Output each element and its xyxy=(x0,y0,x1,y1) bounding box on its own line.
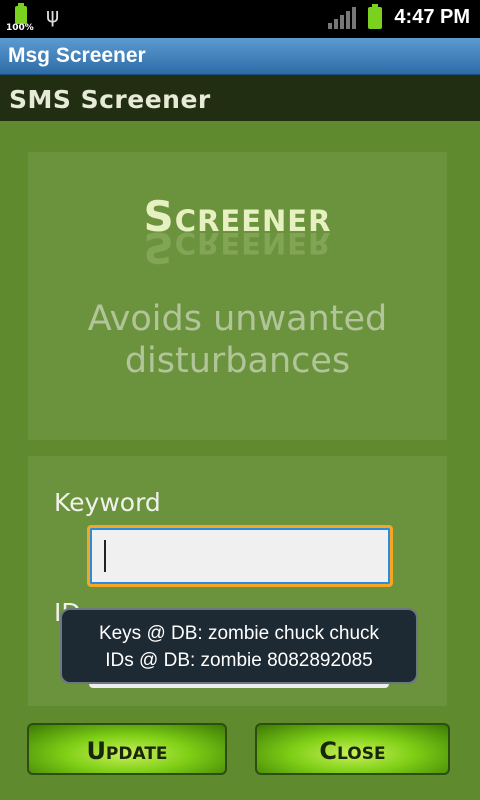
toast-line-1: Keys @ DB: zombie chuck chuck xyxy=(98,623,380,644)
signal-icon xyxy=(328,6,357,29)
status-bar: 100% ψ 4:47 PM xyxy=(0,0,480,38)
battery-percent: 100% xyxy=(6,23,34,33)
page-header: SMS Screener xyxy=(0,75,480,121)
page-title: SMS Screener xyxy=(9,85,211,114)
clock: 4:47 PM xyxy=(394,6,470,28)
battery-icon: 100% xyxy=(6,3,34,34)
screener-logo-reflection: Screener xyxy=(143,223,332,272)
hero-panel: Screener Screener Avoids unwanted distur… xyxy=(28,152,447,440)
tagline-line-2: disturbances xyxy=(124,341,351,381)
battery-icon xyxy=(368,3,383,29)
app-title-bar: Msg Screener xyxy=(0,38,480,75)
update-button[interactable]: Update xyxy=(27,723,227,775)
app-title: Msg Screener xyxy=(8,44,146,67)
close-button[interactable]: Close xyxy=(255,723,450,775)
keyword-input[interactable] xyxy=(87,525,393,587)
tagline-line-1: Avoids unwanted xyxy=(87,299,388,339)
toast-message: Keys @ DB: zombie chuck chuck IDs @ DB: … xyxy=(60,608,418,684)
usb-icon: ψ xyxy=(46,3,60,27)
text-caret xyxy=(104,540,106,572)
keyword-label: Keyword xyxy=(54,488,161,517)
toast-line-2: IDs @ DB: zombie 8082892085 xyxy=(105,650,373,671)
tagline: Avoids unwanted disturbances xyxy=(28,298,447,382)
